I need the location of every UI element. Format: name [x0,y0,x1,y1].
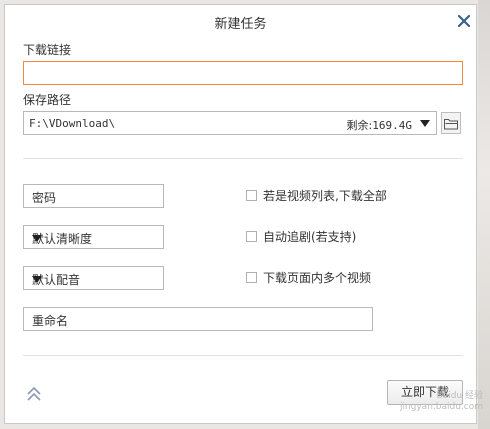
watermark-line1: Baidu 经验 [436,391,483,401]
divider [23,158,463,159]
remaining-space-value: 169.4G [372,119,412,132]
audio-select[interactable]: 默认配音 [23,266,164,290]
quality-select[interactable]: 默认清晰度 [23,225,164,249]
chevron-down-icon [32,276,42,283]
watermark-line2: jingyan.baidu.com [399,402,483,412]
rename-input[interactable]: 重命名 [23,307,373,331]
chevron-down-icon[interactable] [420,120,430,127]
double-chevron-up-icon[interactable] [25,385,43,403]
save-path-label: 保存路径 [23,93,72,107]
remaining-space-label: 剩余: [346,119,373,132]
background-strip [478,0,490,429]
folder-icon[interactable] [441,112,461,134]
checkbox-box[interactable] [246,190,257,201]
checkbox-auto-follow[interactable]: 自动追剧(若支持) [246,228,356,245]
checkbox-multi-video-label: 下载页面内多个视频 [263,271,372,285]
remaining-space: 剩余:169.4G [347,117,412,133]
download-link-label: 下载链接 [23,43,72,57]
new-task-dialog: 新建任务 下载链接 保存路径 F:\VDownload\ 剩余:169.4G 密… [4,4,483,424]
divider [23,355,463,356]
checkbox-playlist[interactable]: 若是视频列表,下载全部 [246,187,387,204]
checkbox-auto-follow-label: 自动追剧(若支持) [263,230,357,244]
watermark: Baidu 经验 jingyan.baidu.com [383,391,483,413]
close-icon[interactable] [456,13,472,29]
checkbox-multi-video[interactable]: 下载页面内多个视频 [246,269,371,286]
rename-placeholder: 重命名 [32,314,69,328]
save-path-select[interactable]: F:\VDownload\ 剩余:169.4G [23,111,437,135]
password-input[interactable]: 密码 [23,184,164,208]
download-link-input[interactable] [23,61,463,85]
checkbox-box[interactable] [246,272,257,283]
chevron-down-icon [32,235,42,242]
password-placeholder: 密码 [32,191,57,205]
checkbox-box[interactable] [246,231,257,242]
dialog-title: 新建任务 [214,17,267,32]
checkbox-playlist-label: 若是视频列表,下载全部 [263,189,387,203]
save-path-value: F:\VDownload\ [29,117,116,130]
